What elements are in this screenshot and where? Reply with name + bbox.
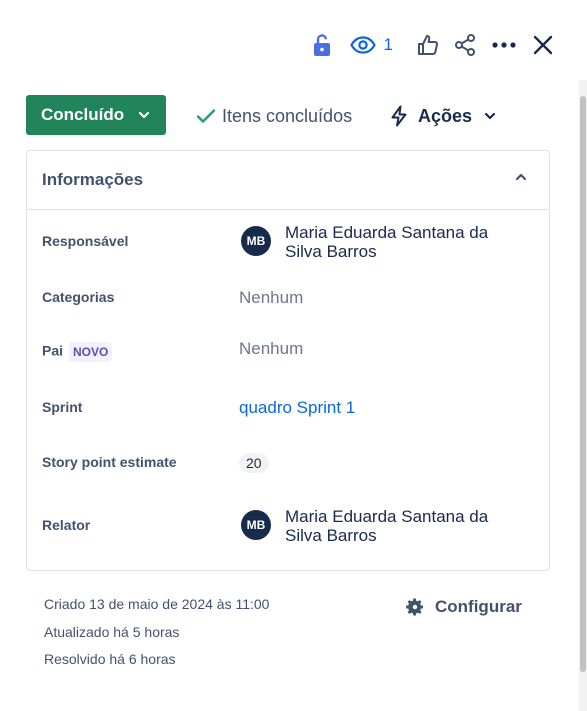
avatar: MB [241,226,271,256]
field-reporter: Relator MB Maria Eduarda Santana da Silv… [42,507,532,549]
issue-toolbar: 1 [298,30,553,60]
watchers-count: 1 [383,35,393,54]
new-badge: NOVO [69,342,113,362]
sprint-link[interactable]: quadro Sprint 1 [239,398,355,418]
story-points-value[interactable]: 20 [239,453,269,473]
field-sprint: Sprint quadro Sprint 1 [42,398,532,422]
chevron-down-icon [484,112,496,120]
status-label: Concluído [41,105,125,124]
lightning-bolt-icon [390,105,408,127]
updated-timestamp: Atualizado há 5 horas [44,624,180,640]
more-icon[interactable] [491,30,517,60]
field-categories: Categorias Nenhum [42,288,532,312]
gear-icon [405,597,425,617]
field-label: Categorias [42,289,115,305]
assignee-value[interactable]: MB Maria Eduarda Santana da Silva Barros [241,223,531,265]
configure-button[interactable]: Configurar [405,594,522,620]
close-icon[interactable] [533,30,553,60]
field-label: Sprint [42,399,83,415]
avatar: MB [241,510,271,540]
field-story-points: Story point estimate 20 [42,452,532,476]
eye-icon [349,36,376,54]
story-points-badge: 20 [239,453,269,473]
actions-dropdown-button[interactable]: Ações [390,102,496,130]
details-panel-title: Informações [42,170,144,189]
reporter-value[interactable]: MB Maria Eduarda Santana da Silva Barros [241,507,531,549]
unlock-icon[interactable] [312,30,332,60]
details-panel: Informações Responsável MB Maria Eduarda… [26,150,550,571]
watch-button[interactable]: 1 [349,30,393,60]
actions-label: Ações [418,105,473,126]
resolved-timestamp: Resolvido há 6 horas [44,651,176,667]
done-items-label: Itens concluídos [222,105,353,126]
share-icon[interactable] [453,30,477,60]
details-panel-header[interactable]: Informações [27,151,549,210]
field-label: Story point estimate [42,454,177,470]
field-parent: Pai NOVO Nenhum [42,339,532,363]
configure-label: Configurar [435,597,522,616]
thumbs-up-icon[interactable] [417,30,439,60]
field-label: Pai [42,342,64,359]
field-label-wrap: Pai NOVO [42,342,113,362]
status-dropdown-button[interactable]: Concluído [26,95,166,135]
assignee-name: Maria Eduarda Santana da Silva Barros [285,223,489,261]
checkmark-icon [196,108,216,124]
categories-value[interactable]: Nenhum [239,288,303,308]
chevron-down-icon [138,111,150,119]
chevron-up-icon[interactable] [515,173,527,181]
done-items-button[interactable]: Itens concluídos [196,102,352,130]
parent-value[interactable]: Nenhum [239,339,303,359]
created-timestamp: Criado 13 de maio de 2024 às 11:00 [44,596,270,612]
field-label: Responsável [42,233,129,249]
reporter-name: Maria Eduarda Santana da Silva Barros [285,507,489,545]
scrollbar-thumb[interactable] [580,96,586,672]
field-assignee: Responsável MB Maria Eduarda Santana da … [42,223,532,265]
field-label: Relator [42,517,91,533]
